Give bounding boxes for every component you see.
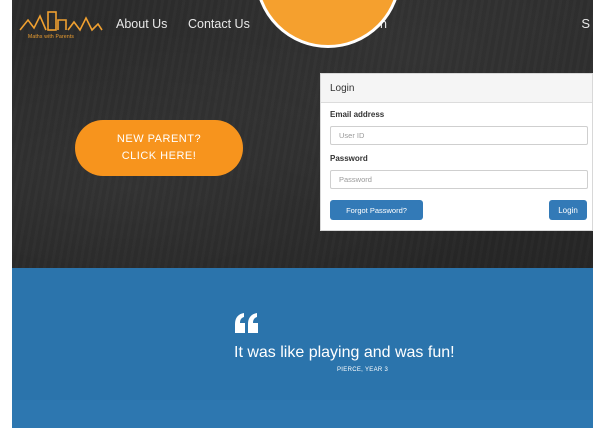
site-logo[interactable]: Maths with Parents [18, 8, 104, 42]
password-field[interactable]: Password [330, 170, 588, 189]
nav-right-item[interactable]: S [581, 16, 590, 31]
cta-line-2: CLICK HERE! [121, 150, 197, 162]
cta-line-1: NEW PARENT? [116, 133, 202, 145]
login-title: Login [321, 74, 592, 103]
testimonial-bottom-strip [12, 400, 593, 428]
nav-link-about-us[interactable]: About Us [116, 17, 167, 31]
new-parent-button[interactable]: NEW PARENT? CLICK HERE! [75, 120, 243, 176]
nav-link-contact-us[interactable]: Contact Us [188, 17, 250, 31]
quote-icon [235, 313, 258, 333]
password-label: Password [330, 154, 368, 163]
hero-section: Maths with Parents About Us Contact Us n… [12, 0, 593, 268]
email-label: Email address [330, 110, 385, 119]
logo-skyline-icon [19, 11, 103, 32]
email-field[interactable]: User ID [330, 126, 588, 145]
testimonial-author: PIERCE, YEAR 3 [337, 367, 389, 373]
login-panel: Login Email address User ID Password Pas… [320, 73, 593, 231]
testimonial-quote: It was like playing and was fun! [234, 344, 455, 361]
login-button[interactable]: Login [549, 200, 587, 220]
page-frame: Maths with Parents About Us Contact Us n… [12, 0, 593, 428]
testimonial-section: It was like playing and was fun! PIERCE,… [12, 268, 593, 428]
forgot-password-button[interactable]: Forgot Password? [330, 200, 423, 220]
logo-tagline: Maths with Parents [28, 34, 75, 40]
